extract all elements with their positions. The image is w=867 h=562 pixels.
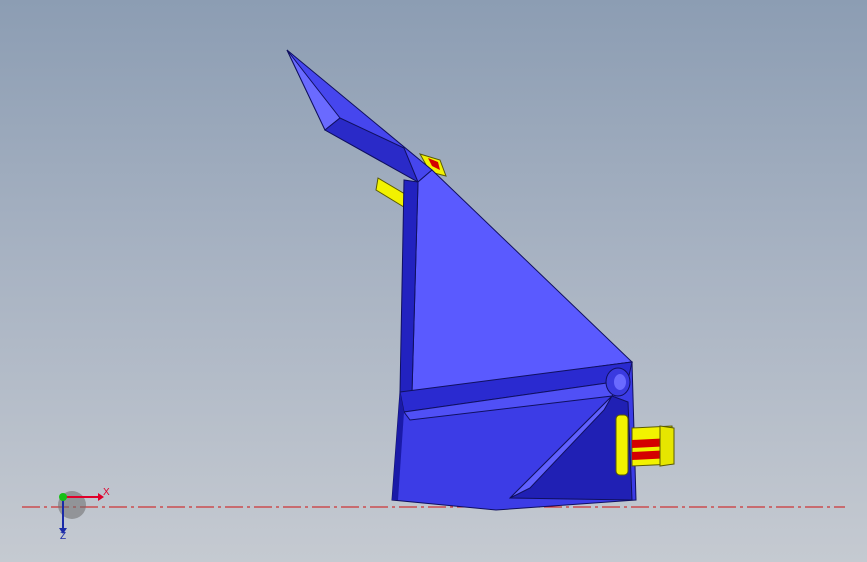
coordinate-triad bbox=[58, 491, 104, 534]
y-axis-dot bbox=[59, 493, 67, 501]
z-axis-label: Z bbox=[60, 531, 67, 542]
model-scene[interactable] bbox=[0, 0, 867, 562]
cad-viewport[interactable]: X Z bbox=[0, 0, 867, 562]
x-axis-label: X bbox=[103, 487, 110, 498]
bracket-body[interactable] bbox=[286, 49, 637, 511]
lower-fastener[interactable] bbox=[615, 414, 675, 476]
